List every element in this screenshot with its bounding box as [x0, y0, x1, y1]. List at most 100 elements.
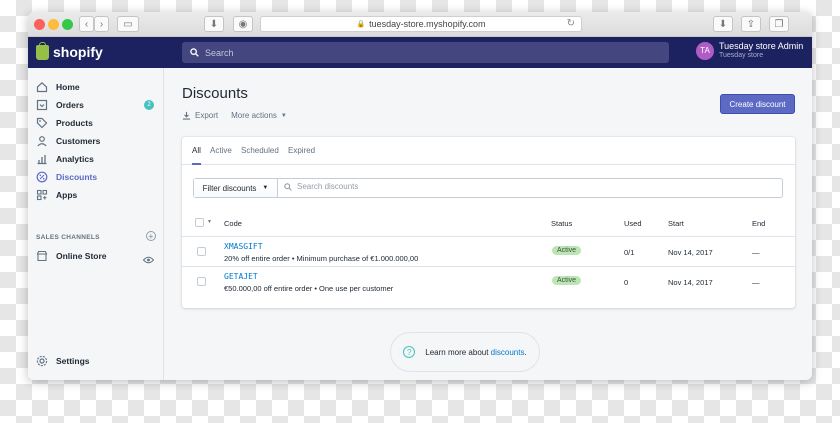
share-icon[interactable]: ⇪	[741, 16, 761, 32]
caret-down-icon: ▼	[262, 185, 269, 191]
store-icon	[36, 250, 48, 262]
maximize-window-button[interactable]	[62, 19, 73, 30]
close-window-button[interactable]	[34, 19, 45, 30]
filter-bar: Filter discounts ▼ Search discounts	[193, 178, 783, 198]
row-checkbox[interactable]	[197, 247, 206, 256]
sidebar-item-label: Analytics	[56, 154, 94, 164]
sidebar-item-label: Apps	[56, 190, 78, 200]
sidebar-item-analytics[interactable]: Analytics	[36, 151, 156, 167]
help-icon: ?	[403, 346, 416, 358]
discount-code-link[interactable]: XMASGIFT	[224, 242, 263, 251]
tab-all[interactable]: All	[192, 146, 201, 165]
page-title: Discounts	[182, 85, 248, 102]
store-name: Tuesday store	[719, 52, 764, 59]
lock-icon: 🔒	[356, 21, 366, 28]
minimize-window-button[interactable]	[48, 19, 59, 30]
status-badge: Active	[552, 276, 582, 285]
create-discount-button[interactable]: Create discount	[720, 94, 795, 114]
sidebar-item-label: Home	[56, 82, 80, 92]
caret-down-icon[interactable]: ▼	[207, 219, 212, 225]
bar-chart-icon	[36, 153, 48, 165]
column-header-code: Code	[224, 219, 242, 228]
shopify-logo[interactable]: shopify	[36, 41, 103, 60]
url-text: tuesday-store.myshopify.com	[369, 19, 486, 29]
download-icon[interactable]: ⬇	[204, 16, 224, 32]
table-row[interactable]: GETAJET €50.000,00 off entire order • On…	[182, 266, 795, 296]
orders-count-badge: 2	[144, 100, 154, 110]
column-header-used: Used	[624, 219, 642, 228]
downloads-icon[interactable]: ⬇	[713, 16, 733, 32]
discounts-card: All Active Scheduled Expired Filter disc…	[182, 137, 795, 308]
sidebar-item-label: Orders	[56, 100, 84, 110]
search-discounts-placeholder: Search discounts	[297, 182, 359, 191]
reload-icon[interactable]: ↻	[567, 18, 575, 29]
sidebar-item-label: Discounts	[56, 172, 98, 182]
tabs-icon[interactable]: ❐	[769, 16, 789, 32]
tab-bar: All Active Scheduled Expired	[182, 137, 795, 165]
sidebar-item-online-store[interactable]: Online Store	[36, 248, 156, 264]
eye-icon[interactable]	[142, 251, 155, 269]
user-name: Tuesday store Admin	[719, 41, 804, 51]
browser-window: ‹ › ▭ ⬇ ◉ 🔒 tuesday-store.myshopify.com …	[28, 12, 812, 380]
column-header-end: End	[752, 219, 766, 228]
column-header-start: Start	[668, 219, 684, 228]
sidebar-item-label: Online Store	[56, 251, 107, 261]
global-search-input[interactable]: Search	[182, 42, 669, 63]
back-arrow-icon[interactable]: ‹	[79, 16, 94, 32]
apps-icon	[36, 189, 48, 201]
filter-discounts-button[interactable]: Filter discounts ▼	[194, 179, 278, 197]
tab-active[interactable]: Active	[210, 146, 232, 155]
export-button[interactable]: Export	[182, 111, 218, 120]
sidebar-item-orders[interactable]: Orders 2	[36, 97, 156, 113]
more-actions-label: More actions	[231, 111, 277, 120]
table-header: ▼ Code Status Used Start End	[182, 213, 795, 233]
discount-code-link[interactable]: GETAJET	[224, 272, 258, 281]
tab-scheduled[interactable]: Scheduled	[241, 146, 279, 155]
shopping-bag-icon	[36, 41, 49, 60]
sidebar-item-apps[interactable]: Apps	[36, 187, 156, 203]
row-checkbox[interactable]	[197, 277, 206, 286]
forward-arrow-icon[interactable]: ›	[94, 16, 109, 32]
learn-more-callout: ? Learn more about discounts.	[390, 332, 540, 372]
select-all-checkbox[interactable]	[195, 218, 204, 227]
search-icon	[284, 182, 292, 191]
column-header-status: Status	[551, 219, 573, 228]
tag-icon	[36, 117, 48, 129]
discounts-help-link[interactable]: discounts	[491, 348, 525, 357]
discount-description: €50.000,00 off entire order • One use pe…	[224, 284, 394, 293]
browser-chrome: ‹ › ▭ ⬇ ◉ 🔒 tuesday-store.myshopify.com …	[28, 12, 812, 37]
sidebar-item-home[interactable]: Home	[36, 79, 156, 95]
export-label: Export	[195, 111, 219, 120]
sidebar-item-label: Settings	[56, 356, 90, 366]
search-placeholder: Search	[205, 47, 234, 58]
main-content: Discounts Export More actions ▼ Create d…	[164, 68, 812, 380]
start-date: Nov 14, 2017	[668, 278, 713, 287]
end-date: —	[752, 248, 760, 257]
sidebar-toggle-icon[interactable]: ▭	[117, 16, 139, 32]
table-row[interactable]: XMASGIFT 20% off entire order • Minimum …	[182, 236, 795, 266]
learn-more-text: Learn more about discounts.	[425, 348, 526, 357]
learn-more-suffix: .	[524, 347, 527, 357]
extension-icon[interactable]: ◉	[233, 16, 253, 32]
start-date: Nov 14, 2017	[668, 248, 713, 257]
user-icon	[36, 135, 48, 147]
sidebar-item-customers[interactable]: Customers	[36, 133, 156, 149]
address-bar[interactable]: 🔒 tuesday-store.myshopify.com ↻	[260, 16, 582, 32]
sales-channels-heading: SALES CHANNELS +	[36, 231, 156, 241]
orders-icon	[36, 99, 48, 111]
more-actions-button[interactable]: More actions ▼	[231, 111, 287, 120]
home-icon	[36, 81, 48, 93]
status-badge: Active	[552, 246, 582, 255]
used-count: 0	[624, 278, 629, 287]
export-icon	[182, 111, 191, 120]
search-discounts-input[interactable]: Search discounts	[284, 182, 358, 191]
sidebar-item-discounts[interactable]: Discounts	[36, 169, 156, 185]
search-icon	[190, 48, 199, 57]
discount-description: 20% off entire order • Minimum purchase …	[224, 254, 419, 263]
sidebar-item-products[interactable]: Products	[36, 115, 156, 131]
add-sales-channel-icon[interactable]: +	[146, 231, 156, 241]
user-menu[interactable]: TA Tuesday store Admin Tuesday store	[696, 41, 803, 60]
tab-expired[interactable]: Expired	[288, 146, 315, 155]
sidebar-item-settings[interactable]: Settings	[36, 353, 156, 369]
page-actions: Export More actions ▼	[182, 111, 300, 120]
